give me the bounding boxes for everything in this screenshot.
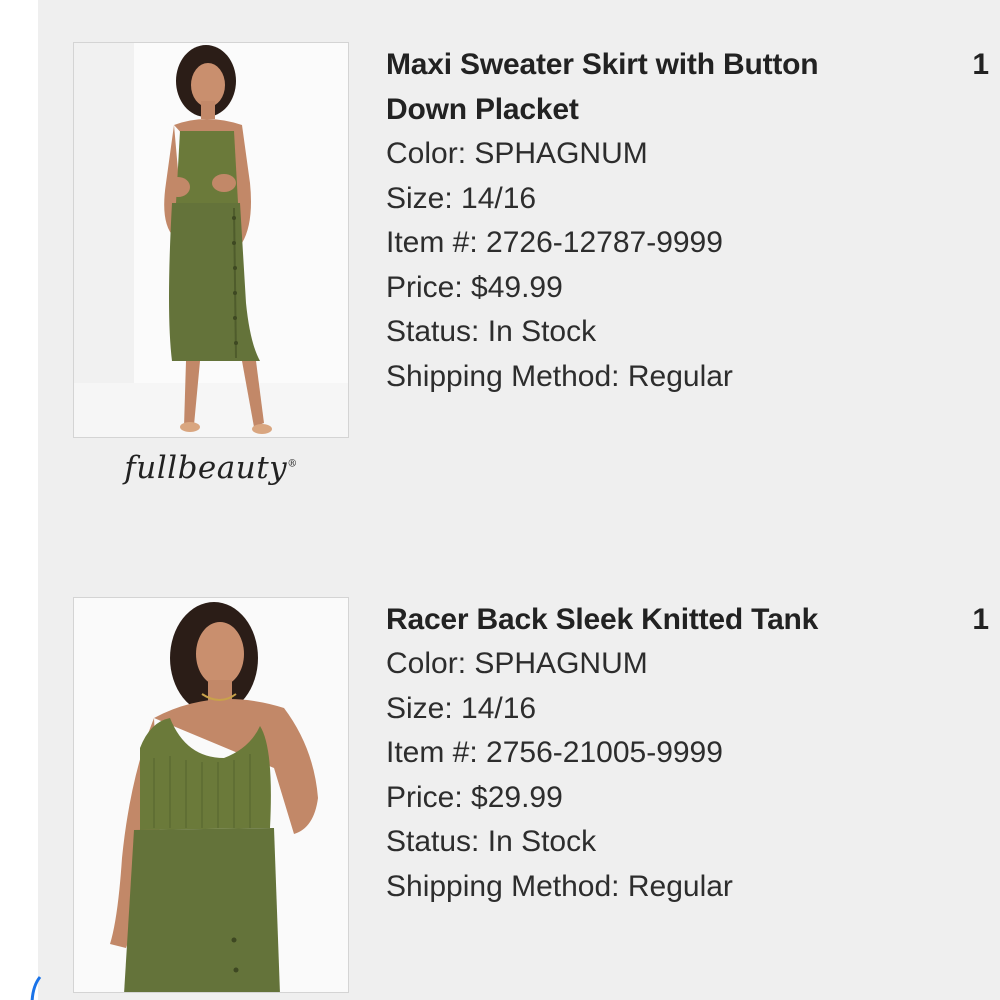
scroll-indicator-icon [30,976,42,1000]
status-value: In Stock [487,825,597,858]
status-label: Status: [386,315,480,348]
item-color: Color: SPHAGNUM [386,642,906,687]
color-label: Color: [386,647,467,680]
item-title-line-1[interactable]: Maxi Sweater Skirt with Button [386,48,819,81]
item-title-line-2[interactable]: Down Placket [386,93,579,126]
shipping-label: Shipping Method: [386,359,620,393]
item-number-label: Item #: [386,226,478,259]
product-image-maxi-skirt[interactable] [73,42,349,438]
item-color: Color: SPHAGNUM [386,132,906,177]
item-details: Racer Back Sleek Knitted Tank Color: SPH… [386,597,906,909]
brand-logo: fullbeauty® [124,450,298,486]
product-photo [74,43,348,437]
item-status: Status: In Stock [386,820,906,865]
price-label: Price: [386,780,463,814]
status-value: In Stock [487,315,597,348]
item-title[interactable]: Maxi Sweater Skirt with Button Down Plac… [386,42,906,132]
item-title[interactable]: Racer Back Sleek Knitted Tank [386,597,906,642]
order-items-page: fullbeauty® Maxi Sweater Skirt with Butt… [0,0,1000,1000]
size-value: 14/16 [461,181,537,215]
item-number-label: Item #: [386,736,478,769]
shipping-value: Regular [627,869,733,903]
price-label: Price: [386,270,463,304]
size-label: Size: [386,691,453,725]
size-value: 14/16 [461,691,537,725]
item-quantity: 1 [972,48,989,81]
item-number-value: 2756-21005-9999 [486,736,723,769]
item-price: Price: $29.99 [386,776,906,821]
color-value: SPHAGNUM [474,137,648,170]
item-number: Item #: 2756-21005-9999 [386,731,906,776]
color-value: SPHAGNUM [474,647,648,680]
item-shipping: Shipping Method: Regular [386,355,906,400]
item-size: Size: 14/16 [386,687,906,732]
item-shipping: Shipping Method: Regular [386,865,906,910]
item-status: Status: In Stock [386,310,906,355]
price-value: $29.99 [471,780,563,814]
shipping-label: Shipping Method: [386,869,620,903]
color-label: Color: [386,137,467,170]
price-value: $49.99 [471,270,563,304]
product-photo [74,598,348,992]
item-details: Maxi Sweater Skirt with Button Down Plac… [386,42,906,399]
item-number-value: 2726-12787-9999 [486,226,723,259]
shipping-value: Regular [627,359,733,393]
item-price: Price: $49.99 [386,266,906,311]
status-label: Status: [386,825,480,858]
item-number: Item #: 2726-12787-9999 [386,221,906,266]
item-quantity: 1 [972,603,989,636]
item-size: Size: 14/16 [386,177,906,222]
product-image-knitted-tank[interactable] [73,597,349,993]
left-margin [0,0,38,1000]
size-label: Size: [386,181,453,215]
